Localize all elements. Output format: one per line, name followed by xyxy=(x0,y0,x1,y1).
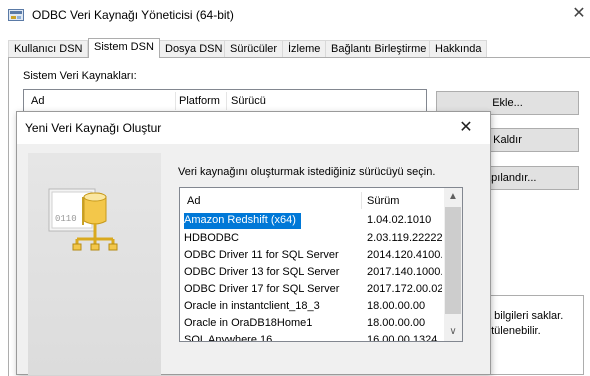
driver-row-name[interactable]: Oracle in OraDB18Home1 xyxy=(184,316,312,331)
dialog-title: Yeni Veri Kaynağı Oluştur xyxy=(25,121,162,135)
database-network-icon: 0110 xyxy=(48,188,118,251)
driver-row-version[interactable]: 2014.120.4100.0 xyxy=(367,248,442,263)
driver-row-version[interactable]: 2.03.119.22222 xyxy=(367,231,442,246)
tab-system-dsn[interactable]: Sistem DSN xyxy=(88,38,160,58)
column-divider xyxy=(175,92,176,110)
driver-row-name[interactable]: SQL Anywhere 16 xyxy=(184,333,272,341)
description-line-2: ntülenebilir. xyxy=(485,325,541,337)
description-line-1: a bilgileri saklar. xyxy=(485,310,564,322)
tab-user-dsn[interactable]: Kullanıcı DSN xyxy=(8,40,89,57)
column-divider xyxy=(226,92,227,110)
tab-connection-pooling[interactable]: Bağlantı Birleştirme xyxy=(325,40,433,57)
tab-file-dsn[interactable]: Dosya DSN xyxy=(159,40,229,57)
scroll-thumb[interactable] xyxy=(445,207,461,314)
main-close-icon[interactable]: ✕ xyxy=(570,4,588,24)
driver-row-version[interactable]: 1.04.02.1010 xyxy=(367,213,442,228)
driver-row-version[interactable]: 16.00.00.1324 xyxy=(367,333,442,341)
remove-button-label: Kaldır xyxy=(493,134,522,146)
dialog-close-icon[interactable]: ✕ xyxy=(456,117,476,139)
column-header-name[interactable]: Ad xyxy=(31,95,44,107)
system-sources-label: Sistem Veri Kaynakları: xyxy=(23,70,137,82)
tab-tracing[interactable]: İzleme xyxy=(282,40,327,57)
add-button-label: Ekle... xyxy=(492,97,523,109)
main-window-title: ODBC Veri Kaynağı Yöneticisi (64-bit) xyxy=(32,8,234,22)
driver-row-name[interactable]: Amazon Redshift (x64) xyxy=(184,213,296,228)
driver-row-version[interactable]: 2017.140.1000.1 xyxy=(367,265,442,280)
driver-column-version[interactable]: Sürüm xyxy=(367,195,399,207)
driver-row-name[interactable]: HDBODBC xyxy=(184,231,239,246)
icon-binary-caption: 0110 xyxy=(55,214,77,224)
scroll-down-icon[interactable]: ∨ xyxy=(444,323,462,341)
driver-row-name[interactable]: ODBC Driver 17 for SQL Server xyxy=(184,282,339,297)
tab-strip: Kullanıcı DSN Sistem DSN Dosya DSN Sürüc… xyxy=(8,38,590,58)
odbc-window-icon xyxy=(8,9,24,21)
tab-drivers[interactable]: Sürücüler xyxy=(224,40,284,57)
driver-prompt: Veri kaynağını oluşturmak istediğiniz sü… xyxy=(178,166,436,178)
column-divider xyxy=(361,192,362,209)
driver-row-name[interactable]: ODBC Driver 13 for SQL Server xyxy=(184,265,339,280)
driver-row-version[interactable]: 2017.172.00.02 xyxy=(367,282,442,297)
driver-row-version[interactable]: 18.00.00.00 xyxy=(367,316,442,331)
scroll-up-icon[interactable]: ▲ xyxy=(444,188,462,206)
driver-column-name[interactable]: Ad xyxy=(187,195,200,207)
tab-about[interactable]: Hakkında xyxy=(429,40,488,57)
column-header-platform[interactable]: Platform xyxy=(179,95,220,107)
column-header-driver[interactable]: Sürücü xyxy=(231,95,266,107)
driver-row-name[interactable]: Oracle in instantclient_18_3 xyxy=(184,299,320,314)
driver-row-version[interactable]: 18.00.00.00 xyxy=(367,299,442,314)
driver-row-name[interactable]: ODBC Driver 11 for SQL Server xyxy=(184,248,339,263)
